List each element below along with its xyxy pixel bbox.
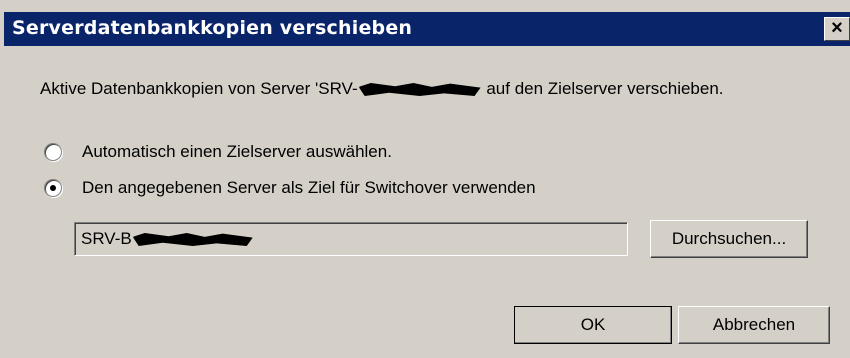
- close-icon: ×: [831, 17, 843, 39]
- target-server-field[interactable]: SRV-B: [74, 222, 628, 256]
- option-auto-label: Automatisch einen Zielserver auswählen.: [82, 142, 392, 161]
- target-server-value: SRV-B: [81, 229, 132, 248]
- option-auto-select[interactable]: Automatisch einen Zielserver auswählen.: [44, 140, 392, 164]
- dialog-title: Serverdatenbankkopien verschieben: [12, 17, 413, 39]
- ok-button[interactable]: OK: [514, 306, 672, 344]
- browse-button[interactable]: Durchsuchen...: [650, 220, 808, 258]
- move-database-copies-dialog: Serverdatenbankkopien verschieben × Akti…: [0, 0, 850, 358]
- option-specified-label: Den angegebenen Server als Ziel für Swit…: [82, 178, 536, 197]
- option-specified-server[interactable]: Den angegebenen Server als Ziel für Swit…: [44, 176, 536, 200]
- radio-auto-select[interactable]: [44, 143, 62, 161]
- redacted-server-name: [358, 83, 481, 97]
- description-text: Aktive Datenbankkopien von Server 'SRV- …: [40, 78, 800, 100]
- description-prefix: Aktive Datenbankkopien von Server 'SRV-: [40, 79, 358, 98]
- redacted-target-server: [132, 233, 253, 247]
- description-suffix: auf den Zielserver verschieben.: [486, 79, 724, 98]
- radio-specified-server[interactable]: [44, 179, 62, 197]
- title-bar: Serverdatenbankkopien verschieben ×: [4, 12, 850, 46]
- cancel-button[interactable]: Abbrechen: [678, 306, 830, 344]
- close-button[interactable]: ×: [824, 17, 850, 41]
